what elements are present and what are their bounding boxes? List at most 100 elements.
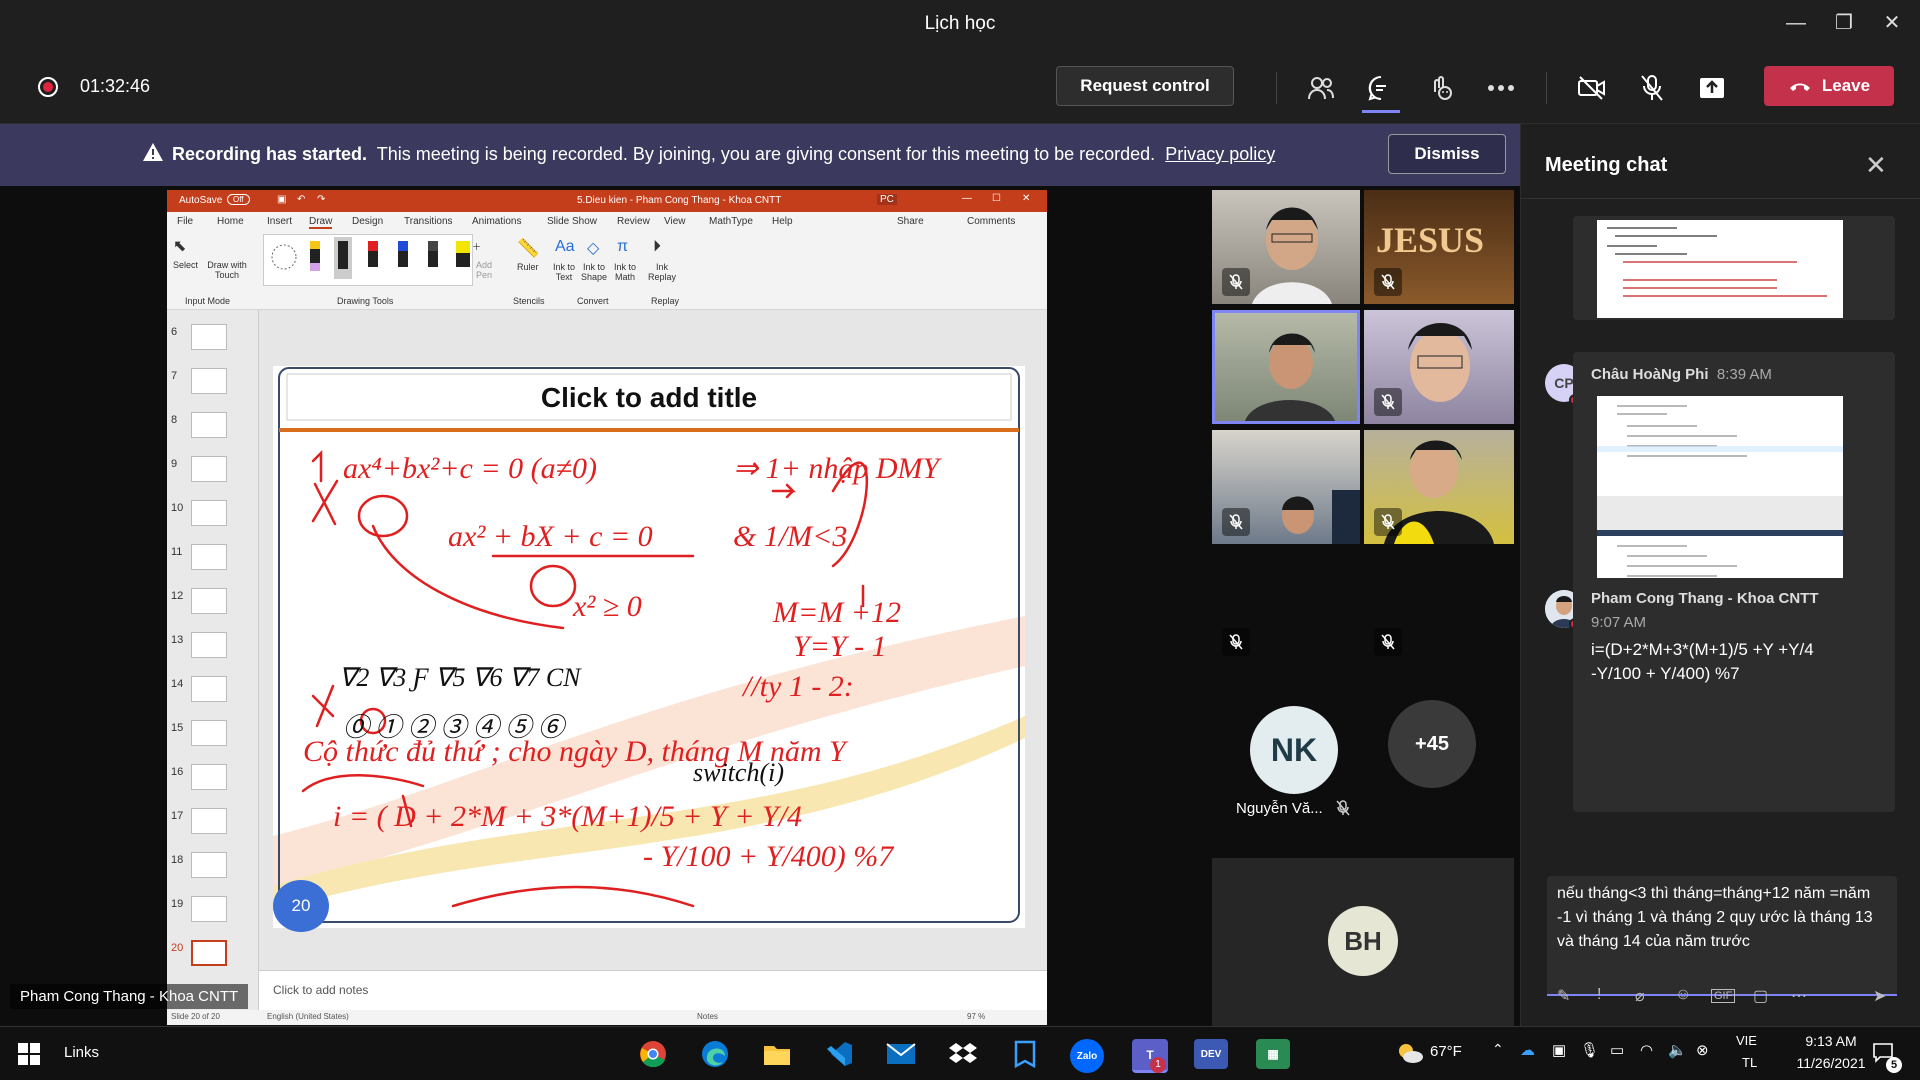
menu-home[interactable]: Home — [217, 216, 244, 227]
chat-icon[interactable] — [1363, 70, 1399, 106]
share-icon[interactable] — [1694, 70, 1730, 106]
video-tile-active-speaker[interactable] — [1212, 310, 1360, 424]
close-window-button[interactable]: ✕ — [1872, 8, 1912, 40]
menu-view[interactable]: View — [664, 216, 686, 227]
battery-icon[interactable]: ▭ — [1610, 1041, 1624, 1059]
tray-app-icon[interactable]: ▣ — [1552, 1041, 1566, 1059]
vscode-icon[interactable] — [822, 1039, 856, 1069]
menu-draw[interactable]: Draw — [309, 216, 333, 229]
clock-time[interactable]: 9:13 AM — [1786, 1033, 1876, 1049]
save-icon[interactable]: ▣ — [277, 194, 286, 205]
weather-icon[interactable] — [1396, 1041, 1424, 1065]
dropbox-icon[interactable] — [946, 1039, 980, 1069]
language-line1[interactable]: VIE — [1736, 1033, 1757, 1048]
participants-icon[interactable] — [1303, 70, 1339, 106]
mic-off-icon[interactable] — [1634, 70, 1670, 106]
dismiss-button[interactable]: Dismiss — [1388, 134, 1506, 174]
ppt-share-button[interactable]: Share — [897, 216, 924, 227]
thumbnail-slide-9[interactable]: 9 — [167, 452, 259, 492]
avatar-nk[interactable]: NK — [1250, 706, 1338, 794]
microphone-icon[interactable]: 🎙 — [1580, 1041, 1599, 1059]
video-tile-4[interactable] — [1364, 310, 1514, 424]
wifi-icon[interactable]: ◠ — [1640, 1041, 1653, 1059]
thumbnail-slide-11[interactable]: 11 — [167, 540, 259, 580]
app-icon[interactable] — [1008, 1039, 1042, 1069]
mail-icon[interactable] — [884, 1039, 918, 1069]
clock-date[interactable]: 11/26/2021 — [1782, 1055, 1880, 1071]
ppt-maximize-icon[interactable]: ☐ — [992, 193, 1001, 204]
thumbnail-slide-17[interactable]: 17 — [167, 804, 259, 844]
video-tile-7[interactable] — [1212, 550, 1360, 664]
weather-temp[interactable]: 67°F — [1430, 1043, 1462, 1060]
windows-start-icon[interactable] — [18, 1043, 40, 1065]
thumbnail-slide-6[interactable]: 6 — [167, 320, 259, 360]
menu-slideshow[interactable]: Slide Show — [547, 216, 597, 227]
app2-icon[interactable]: ▦ — [1256, 1039, 1290, 1069]
devcpp-icon[interactable]: DEV — [1194, 1039, 1228, 1069]
sticker-icon[interactable]: ▢ — [1753, 986, 1768, 1006]
chat-message-image[interactable] — [1573, 216, 1895, 320]
ppt-close-icon[interactable]: ✕ — [1022, 193, 1030, 204]
ribbon-ink-replay[interactable]: Ink Replay — [647, 262, 677, 282]
menu-design[interactable]: Design — [352, 216, 383, 227]
video-tile-6[interactable] — [1364, 430, 1514, 544]
video-tile-1[interactable] — [1212, 190, 1360, 304]
notes-pane[interactable]: Click to add notes — [259, 970, 1047, 1010]
leave-button[interactable]: Leave — [1764, 66, 1894, 106]
emoji-icon[interactable]: ☺ — [1675, 986, 1691, 1004]
menu-animations[interactable]: Animations — [472, 216, 521, 227]
thumbnail-slide-14[interactable]: 14 — [167, 672, 259, 712]
thumbnail-slide-8[interactable]: 8 — [167, 408, 259, 448]
language-line2[interactable]: TL — [1742, 1055, 1757, 1070]
undo-icon[interactable]: ↶ — [297, 194, 305, 205]
ppt-minimize-icon[interactable]: — — [962, 193, 972, 204]
chat-compose-box[interactable]: nếu tháng<3 thì tháng=tháng+12 năm =năm … — [1547, 876, 1897, 996]
privacy-policy-link[interactable]: Privacy policy — [1165, 144, 1275, 164]
ppt-comments-button[interactable]: Comments — [967, 216, 1015, 227]
status-notes-button[interactable]: Notes — [697, 1012, 718, 1021]
chrome-icon[interactable] — [636, 1039, 670, 1069]
menu-mathtype[interactable]: MathType — [709, 216, 753, 227]
menu-file[interactable]: File — [177, 216, 193, 227]
links-toolbar[interactable]: Links — [64, 1044, 99, 1061]
chat-message-pct[interactable]: Pham Cong Thang - Khoa CNTT 9:07 AM i=(D… — [1573, 578, 1895, 696]
format-icon[interactable]: ✎ — [1557, 986, 1570, 1006]
thumbnail-slide-13[interactable]: 13 — [167, 628, 259, 668]
video-tile-2[interactable]: JESUS — [1364, 190, 1514, 304]
show-hidden-icons[interactable]: ⌃ — [1492, 1041, 1504, 1058]
video-tile-5[interactable] — [1212, 430, 1360, 544]
thumbnail-slide-20[interactable]: 20 — [167, 936, 259, 976]
disconnect-icon[interactable]: ⊗ — [1696, 1041, 1709, 1059]
ribbon-draw-touch[interactable]: Draw with Touch — [207, 260, 247, 280]
thumbnail-slide-19[interactable]: 19 — [167, 892, 259, 932]
ribbon-ink-to-shape[interactable]: Ink to Shape — [579, 262, 609, 282]
file-explorer-icon[interactable] — [760, 1039, 794, 1069]
video-tile-8[interactable] — [1364, 550, 1514, 664]
edge-icon[interactable] — [698, 1039, 732, 1069]
thumbnail-slide-12[interactable]: 12 — [167, 584, 259, 624]
request-control-button[interactable]: Request control — [1056, 66, 1234, 106]
ribbon-select[interactable]: Select — [173, 260, 198, 270]
volume-icon[interactable]: 🔈 — [1668, 1041, 1687, 1059]
thumbnail-slide-18[interactable]: 18 — [167, 848, 259, 888]
autosave-toggle[interactable]: Off — [227, 194, 250, 205]
thumbnail-slide-15[interactable]: 15 — [167, 716, 259, 756]
ribbon-add-pen[interactable]: Add Pen — [472, 260, 496, 280]
thumbnail-slide-10[interactable]: 10 — [167, 496, 259, 536]
send-icon[interactable]: ➤ — [1873, 986, 1886, 1006]
reactions-icon[interactable] — [1423, 70, 1459, 106]
restore-button[interactable]: ❐ — [1824, 8, 1864, 40]
gif-icon[interactable]: GIF — [1711, 989, 1736, 1003]
camera-off-icon[interactable] — [1574, 70, 1610, 106]
slide-title[interactable]: Click to add title — [287, 376, 1011, 420]
menu-review[interactable]: Review — [617, 216, 650, 227]
more-options-icon[interactable] — [1483, 70, 1519, 106]
more-icon[interactable]: ⋯ — [1791, 986, 1807, 1006]
more-participants-button[interactable]: +45 — [1388, 700, 1476, 788]
priority-icon[interactable]: ! — [1597, 986, 1601, 1004]
close-chat-icon[interactable]: ✕ — [1865, 150, 1887, 181]
thumbnail-slide-16[interactable]: 16 — [167, 760, 259, 800]
menu-insert[interactable]: Insert — [267, 216, 292, 227]
pen-gallery[interactable] — [263, 234, 473, 286]
ribbon-ink-to-math[interactable]: Ink to Math — [609, 262, 641, 282]
